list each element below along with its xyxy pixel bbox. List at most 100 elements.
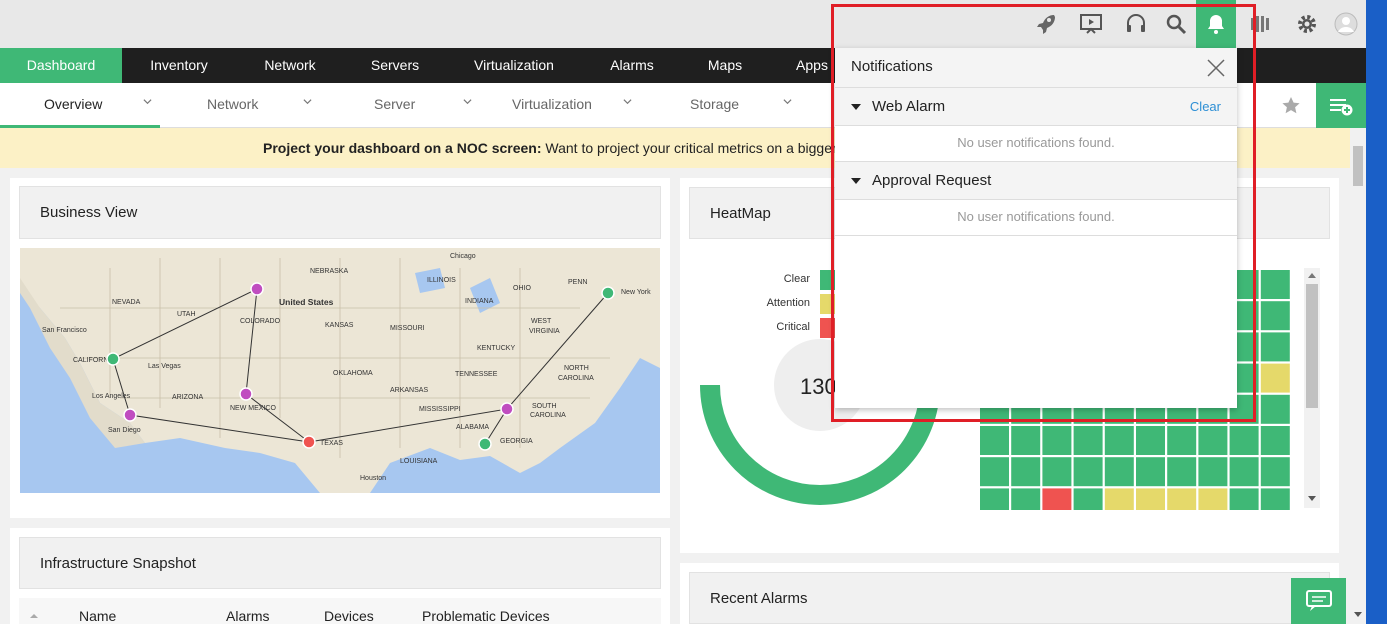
heatmap-cell[interactable] <box>1011 457 1041 487</box>
heatmap-cell[interactable] <box>1136 488 1165 510</box>
nav-dashboard[interactable]: Dashboard <box>0 48 122 83</box>
column-name[interactable]: Name <box>79 608 116 624</box>
heatmap-cell[interactable] <box>1260 488 1290 510</box>
heatmap-cell[interactable] <box>1260 457 1290 487</box>
sort-up-icon[interactable] <box>29 613 39 619</box>
heatmap-cell[interactable] <box>1260 301 1290 331</box>
heatmap-cell[interactable] <box>1073 426 1103 455</box>
nav-maps[interactable]: Maps <box>682 48 768 83</box>
notifications-header: Notifications <box>835 48 1237 88</box>
subnav-virtualization[interactable]: Virtualization <box>480 83 640 128</box>
legend-clear-swatch <box>820 270 836 290</box>
page-scroll-thumb[interactable] <box>1353 146 1363 186</box>
scroll-up-icon[interactable] <box>1308 272 1316 278</box>
heatmap-cell[interactable] <box>1042 488 1072 510</box>
subnav-overview[interactable]: Overview <box>0 83 160 128</box>
nav-servers[interactable]: Servers <box>344 48 446 83</box>
map-node[interactable] <box>239 387 253 401</box>
bell-icon[interactable] <box>1196 0 1236 48</box>
heatmap-cell[interactable] <box>1198 457 1228 487</box>
heatmap-cell[interactable] <box>1073 488 1103 510</box>
approval-request-label: Approval Request <box>872 172 992 189</box>
map-node[interactable] <box>478 437 492 451</box>
search-icon[interactable] <box>1158 6 1194 42</box>
star-icon[interactable] <box>1276 96 1306 116</box>
map-label-west: WEST <box>531 318 552 325</box>
heatmap-cell[interactable] <box>1260 363 1290 393</box>
heatmap-cell[interactable] <box>1136 457 1165 487</box>
nav-inventory[interactable]: Inventory <box>122 48 236 83</box>
map-node[interactable] <box>601 286 615 300</box>
heatmap-cell[interactable] <box>1104 488 1134 510</box>
map-node[interactable] <box>500 402 514 416</box>
heatmap-cell[interactable] <box>1167 457 1197 487</box>
heatmap-cell[interactable] <box>1260 394 1290 424</box>
page-scroll-down-icon[interactable] <box>1354 612 1362 618</box>
headset-icon[interactable] <box>1118 6 1154 42</box>
heatmap-cell[interactable] <box>1104 457 1134 487</box>
map-node[interactable] <box>106 352 120 366</box>
heatmap-scroll-thumb[interactable] <box>1306 284 1318 408</box>
map-label-south: SOUTH <box>532 403 557 410</box>
presentation-icon[interactable] <box>1073 6 1109 42</box>
heatmap-cell[interactable] <box>1104 426 1134 455</box>
subnav-storage[interactable]: Storage <box>640 83 800 128</box>
column-problematic-devices[interactable]: Problematic Devices <box>422 608 550 624</box>
approval-request-empty: No user notifications found. <box>835 200 1237 236</box>
signal-icon[interactable] <box>1243 6 1279 42</box>
map-node[interactable] <box>302 435 316 449</box>
heatmap-cell[interactable] <box>980 426 1009 455</box>
approval-request-section[interactable]: Approval Request <box>835 162 1237 200</box>
chevron-down-icon <box>303 99 312 105</box>
heatmap-cell[interactable] <box>1229 488 1259 510</box>
chevron-down-icon <box>463 99 472 105</box>
map-label-missouri: MISSOURI <box>390 325 425 332</box>
heatmap-cell[interactable] <box>1229 457 1259 487</box>
heatmap-cell[interactable] <box>1229 426 1259 455</box>
column-alarms[interactable]: Alarms <box>226 608 270 624</box>
page-scrollbar[interactable] <box>1350 128 1366 624</box>
subnav-server-label: Server <box>374 96 416 112</box>
nav-network[interactable]: Network <box>236 48 344 83</box>
heatmap-cell[interactable] <box>1260 426 1290 455</box>
map-node[interactable] <box>250 282 264 296</box>
user-avatar-icon[interactable] <box>1328 6 1364 42</box>
gear-icon[interactable] <box>1289 6 1325 42</box>
heatmap-cell[interactable] <box>1042 457 1072 487</box>
rocket-icon[interactable] <box>1028 6 1064 42</box>
heatmap-cell[interactable] <box>1260 332 1290 362</box>
heatmap-cell[interactable] <box>1011 488 1041 510</box>
heatmap-cell[interactable] <box>980 488 1009 510</box>
chat-button[interactable] <box>1291 578 1346 624</box>
business-view-header: Business View <box>19 186 661 239</box>
column-devices[interactable]: Devices <box>324 608 374 624</box>
map-node[interactable] <box>123 408 137 422</box>
clear-link[interactable]: Clear <box>1190 99 1221 114</box>
heatmap-cell[interactable] <box>1167 488 1197 510</box>
heatmap-cell[interactable] <box>1260 270 1290 299</box>
heatmap-cell[interactable] <box>1073 457 1103 487</box>
heatmap-cell[interactable] <box>1167 426 1197 455</box>
map-label-chicago: Chicago <box>450 253 476 260</box>
map-label-south-carolina: CAROLINA <box>530 412 566 419</box>
nav-alarms[interactable]: Alarms <box>582 48 682 83</box>
nav-virtualization[interactable]: Virtualization <box>446 48 582 83</box>
heatmap-cell[interactable] <box>1198 488 1228 510</box>
web-alarm-empty: No user notifications found. <box>835 126 1237 162</box>
add-widget-button[interactable] <box>1316 83 1366 128</box>
heatmap-cell[interactable] <box>1011 426 1041 455</box>
scroll-down-icon[interactable] <box>1308 496 1316 502</box>
web-alarm-section[interactable]: Web Alarm Clear <box>835 88 1237 126</box>
add-widget-icon <box>1330 98 1353 115</box>
legend-clear-label: Clear <box>783 273 810 285</box>
heatmap-cell[interactable] <box>1198 426 1228 455</box>
heatmap-cell[interactable] <box>1136 426 1165 455</box>
heatmap-scrollbar[interactable] <box>1304 268 1320 508</box>
subnav-network[interactable]: Network <box>160 83 320 128</box>
heatmap-title: HeatMap <box>710 204 771 222</box>
heatmap-cell[interactable] <box>980 457 1009 487</box>
business-view-map[interactable]: United States NEVADA UTAH COLORADO NEBRA… <box>20 248 660 493</box>
close-icon[interactable] <box>1205 57 1227 79</box>
subnav-server[interactable]: Server <box>320 83 480 128</box>
heatmap-cell[interactable] <box>1042 426 1072 455</box>
